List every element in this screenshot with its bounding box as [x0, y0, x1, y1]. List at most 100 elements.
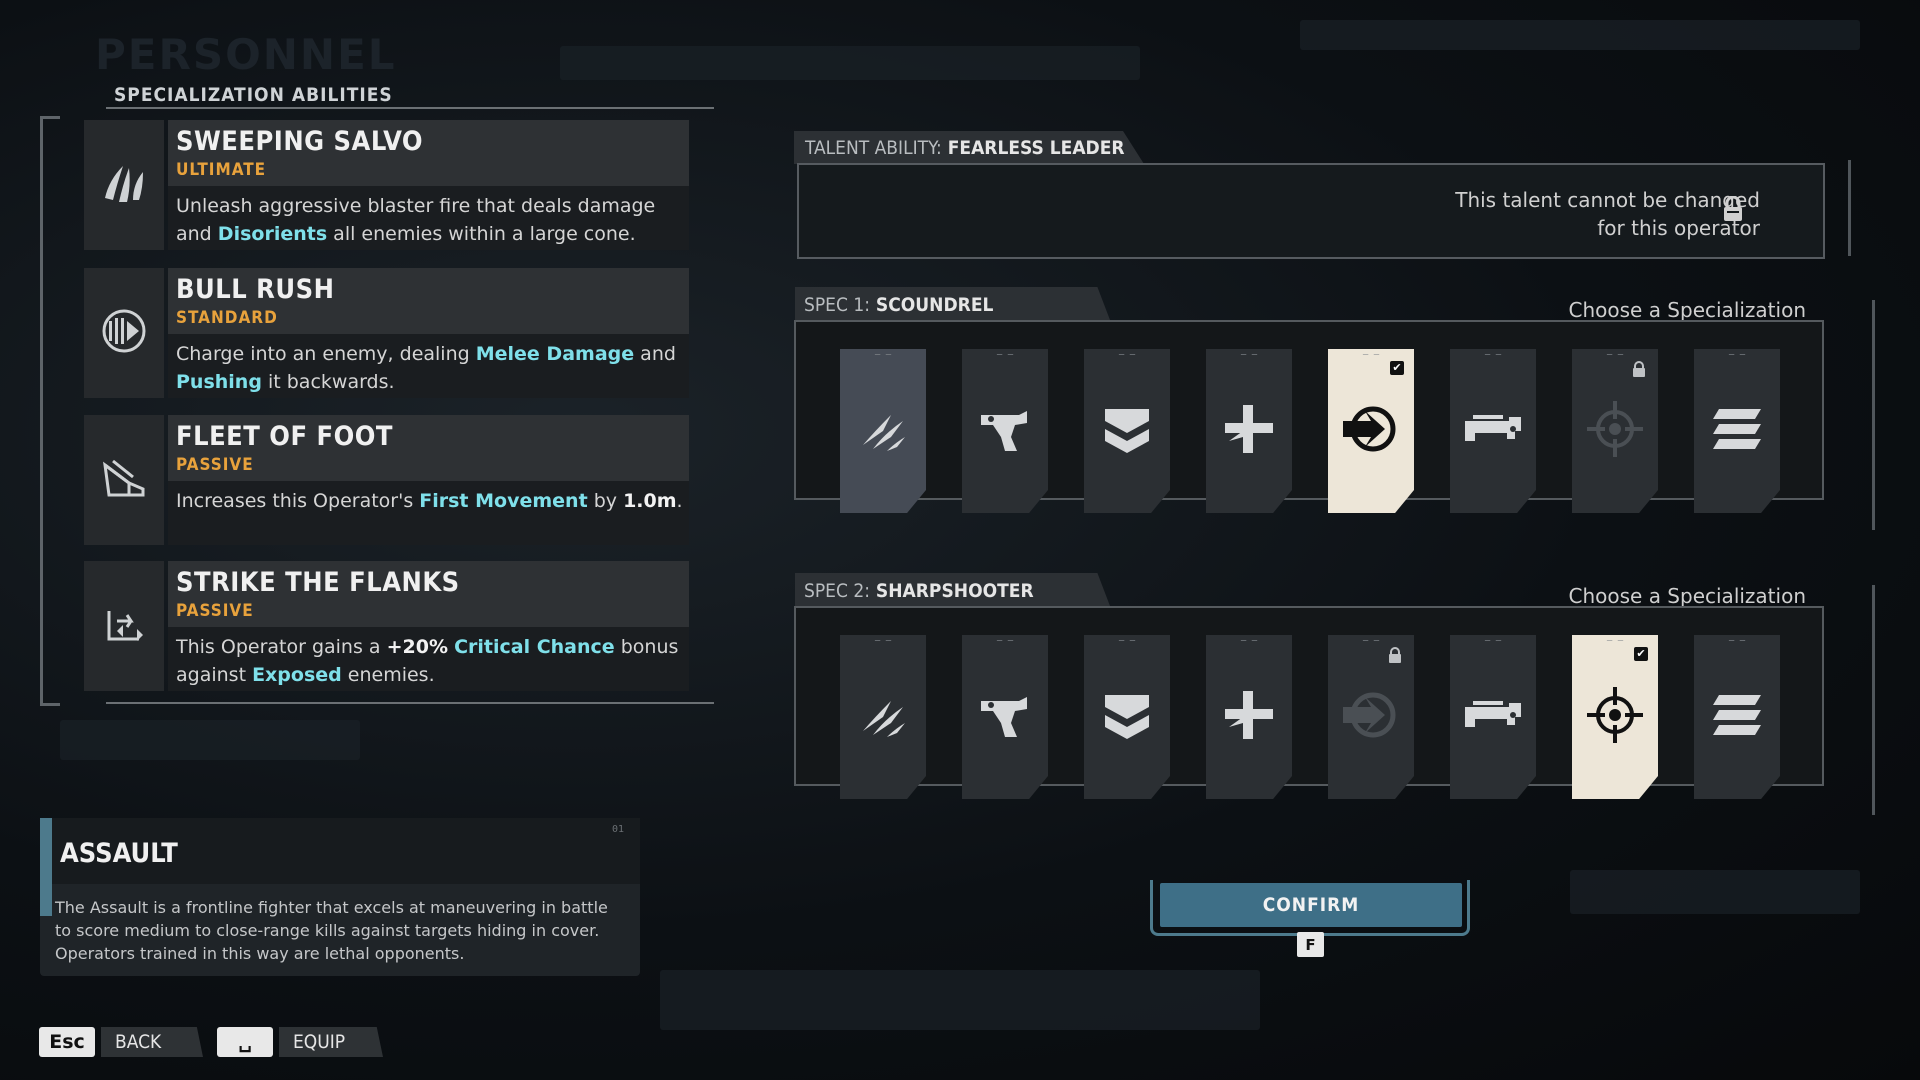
ability-type: PASSIVE — [176, 601, 254, 621]
card-tag: — — — [1484, 636, 1502, 646]
spec1-card-claw[interactable]: — — — [840, 349, 926, 513]
check-icon: ✔ — [1390, 361, 1404, 375]
confirm-button[interactable]: CONFIRM — [1160, 883, 1462, 927]
arrow-circle-icon — [1341, 687, 1401, 747]
ability-text: . — [676, 490, 683, 512]
equip-button[interactable]: EQUIP — [279, 1027, 383, 1057]
card-tag: — — — [1606, 636, 1624, 646]
layers-icon — [1709, 401, 1765, 461]
back-button[interactable]: BACK — [101, 1027, 203, 1057]
ability-icon-box — [84, 120, 164, 250]
layers-icon — [1709, 687, 1765, 747]
ability-fleet-of-foot: FLEET OF FOOT PASSIVE Increases this Ope… — [84, 415, 689, 545]
ability-keyword: Exposed — [252, 664, 342, 686]
ability-description: This Operator gains a +20% Critical Chan… — [176, 633, 686, 689]
ability-keyword: Melee Damage — [475, 343, 635, 365]
spec2-card-claw[interactable]: — — — [840, 635, 926, 799]
talent-heading: TALENT ABILITY: FEARLESS LEADER — [805, 137, 1125, 159]
left-bracket — [40, 116, 65, 706]
pistol-hand-icon — [975, 687, 1035, 747]
card-tag: — — — [1606, 350, 1624, 360]
ability-name: FLEET OF FOOT — [176, 421, 393, 452]
card-tag: — — — [1118, 350, 1136, 360]
spec1-name: SCOUNDREL — [875, 294, 994, 316]
card-tag: — — — [1728, 636, 1746, 646]
spec1-box — [794, 320, 1824, 500]
heavy-blaster-icon — [1461, 401, 1525, 461]
spec2-card-heavy-blaster[interactable]: — — — [1450, 635, 1536, 799]
spec2-box — [794, 606, 1824, 786]
right-bracket-talent — [1838, 160, 1851, 256]
ability-text: Increases this Operator's — [176, 490, 420, 512]
talent-name: FEARLESS LEADER — [947, 137, 1125, 159]
background-blur-roster — [660, 970, 1260, 1030]
arrow-circle-icon — [1341, 401, 1401, 461]
spec2-card-pistol-hand[interactable]: — — — [962, 635, 1048, 799]
spec1-card-medic-cross[interactable]: — — — [1206, 349, 1292, 513]
spec2-card-medic-cross[interactable]: — — — [1206, 635, 1292, 799]
spec1-card-pistol-hand[interactable]: — — — [962, 349, 1048, 513]
bottom-divider — [106, 702, 714, 704]
ability-icon-box — [84, 415, 164, 545]
right-bracket-spec2 — [1858, 585, 1875, 815]
class-name: ASSAULT — [60, 838, 178, 869]
talent-message: This talent cannot be changed for this o… — [1360, 186, 1760, 242]
talent-message-line2: for this operator — [1597, 216, 1760, 240]
card-tag: — — — [1484, 350, 1502, 360]
crosshair-icon — [1585, 399, 1645, 463]
claw-icon — [855, 401, 911, 461]
claw-salvo-icon — [99, 158, 149, 212]
card-tag: — — — [1362, 636, 1380, 646]
background-title: PERSONNEL — [95, 30, 397, 79]
ability-keyword: Critical Chance — [454, 636, 615, 658]
ability-keyword: Pushing — [176, 371, 262, 393]
spec2-card-chevron-shield[interactable]: — — — [1084, 635, 1170, 799]
class-card: ASSAULT 01 The Assault is a frontline fi… — [40, 818, 640, 976]
spec2-card-layers[interactable]: — — — [1694, 635, 1780, 799]
lock-icon — [1389, 647, 1401, 663]
spec2-label: SPEC 2: — [804, 580, 870, 602]
ability-text: by — [587, 490, 624, 512]
title-divider — [106, 107, 714, 109]
ability-description: Unleash aggressive blaster fire that dea… — [176, 192, 686, 248]
card-tag: — — — [1240, 350, 1258, 360]
rush-dash-icon — [99, 306, 149, 360]
card-tag: — — — [874, 350, 892, 360]
ability-keyword: +20% — [386, 636, 449, 658]
flank-arrows-icon — [99, 599, 149, 653]
chevron-shield-icon — [1099, 687, 1155, 747]
talent-message-line1: This talent cannot be changed — [1455, 188, 1760, 212]
spec1-card-layers[interactable]: — — — [1694, 349, 1780, 513]
right-bracket-spec1 — [1858, 300, 1875, 530]
ability-icon-box — [84, 268, 164, 398]
space-key[interactable]: ␣ — [217, 1027, 273, 1057]
ability-name: SWEEPING SALVO — [176, 126, 424, 157]
ability-name: STRIKE THE FLANKS — [176, 567, 460, 598]
medic-cross-icon — [1221, 401, 1277, 461]
ability-text: and — [634, 343, 676, 365]
ability-description: Increases this Operator's First Movement… — [176, 487, 686, 515]
ability-type: STANDARD — [176, 308, 278, 328]
chevron-shield-icon — [1099, 401, 1155, 461]
spec1-card-chevron-shield[interactable]: — — — [1084, 349, 1170, 513]
running-foot-icon — [99, 453, 149, 507]
spec2-name: SHARPSHOOTER — [875, 580, 1034, 602]
medic-cross-icon — [1221, 687, 1277, 747]
talent-label: TALENT ABILITY: — [805, 137, 942, 159]
esc-key[interactable]: Esc — [39, 1027, 95, 1057]
spec2-card-arrow-circle[interactable]: — — — [1328, 635, 1414, 799]
spec1-card-crosshair[interactable]: — — — [1572, 349, 1658, 513]
section-title: SPECIALIZATION ABILITIES — [114, 84, 393, 106]
ability-keyword: Disorients — [217, 223, 328, 245]
ability-strike-the-flanks: STRIKE THE FLANKS PASSIVE This Operator … — [84, 561, 689, 691]
spec2-choose-text: Choose a Specialization — [1568, 584, 1807, 608]
spec1-card-arrow-circle[interactable]: — — ✔ — [1328, 349, 1414, 513]
card-tag: — — — [1118, 636, 1136, 646]
ability-text: enemies. — [341, 664, 435, 686]
spec1-heading: SPEC 1: SCOUNDREL — [804, 294, 993, 316]
ability-text: it backwards. — [261, 371, 395, 393]
class-accent-bar — [40, 818, 52, 916]
spec2-card-crosshair[interactable]: — — ✔ — [1572, 635, 1658, 799]
background-blur-panel — [1570, 870, 1860, 914]
spec1-card-heavy-blaster[interactable]: — — — [1450, 349, 1536, 513]
